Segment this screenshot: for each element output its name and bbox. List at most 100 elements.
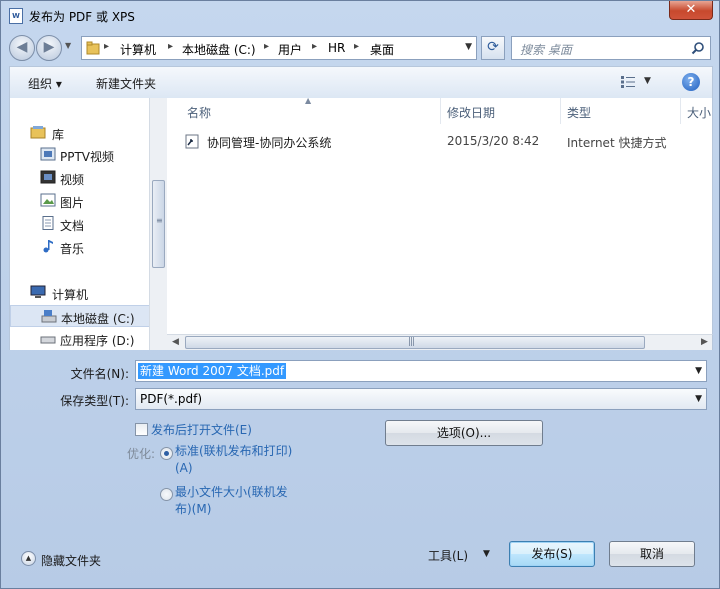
breadcrumb-computer[interactable]: 计算机 <box>120 41 156 58</box>
command-bar: 组织 ▾ 新建文件夹 ▼ ? <box>9 66 713 98</box>
horizontal-scrollbar-thumb[interactable]: ||| <box>185 336 645 349</box>
open-after-publish-label[interactable]: 发布后打开文件(E) <box>151 421 252 438</box>
nav-label: 本地磁盘 (C:) <box>61 312 135 326</box>
option-text-line: 布)(M) <box>175 502 212 516</box>
filetype-select[interactable]: PDF(*.pdf) ▼ <box>135 388 707 410</box>
folder-icon <box>86 41 100 55</box>
drive-c-icon <box>41 310 57 323</box>
sort-ascending-icon: ▲ <box>305 98 312 105</box>
nav-item-drive-d[interactable]: 应用程序 (D:) <box>10 328 149 350</box>
file-list-horizontal-scrollbar[interactable]: ◀ ||| ▶ <box>167 334 713 350</box>
column-label: 名称 <box>187 106 212 120</box>
nav-item-music[interactable]: 音乐 <box>10 236 149 258</box>
address-dropdown-icon[interactable]: ▼ <box>465 42 472 52</box>
filetype-value: PDF(*.pdf) <box>140 392 203 406</box>
window-title: 发布为 PDF 或 XPS <box>29 10 135 24</box>
hide-folders-label[interactable]: 隐藏文件夹 <box>41 552 101 569</box>
column-header-name[interactable]: ▲ 名称 <box>167 98 441 124</box>
breadcrumb-users[interactable]: 用户 <box>278 41 302 58</box>
option-text-line: (A) <box>175 461 193 475</box>
column-header-date[interactable]: 修改日期 <box>441 98 561 124</box>
option-text-line: 最小文件大小(联机发 <box>175 485 288 499</box>
scroll-grip-icon: ≡ <box>156 216 163 225</box>
new-folder-button[interactable]: 新建文件夹 <box>96 75 156 92</box>
nav-scrollbar-thumb[interactable]: ≡ <box>152 180 165 268</box>
forward-button[interactable]: ▶ <box>36 35 62 61</box>
optimize-minimum-label[interactable]: 最小文件大小(联机发 布)(M) <box>175 484 288 518</box>
filename-dropdown-icon[interactable]: ▼ <box>695 366 702 376</box>
breadcrumb-separator[interactable]: ▸ <box>168 41 173 52</box>
file-date: 2015/3/20 8:42 <box>447 134 540 148</box>
view-dropdown-icon[interactable]: ▼ <box>644 76 651 86</box>
documents-icon <box>42 216 54 230</box>
cancel-button[interactable]: 取消 <box>609 541 695 567</box>
search-placeholder: 搜索 桌面 <box>520 43 572 57</box>
nav-item-videos[interactable]: 视频 <box>10 167 149 189</box>
breadcrumb-separator[interactable]: ▸ <box>312 41 317 52</box>
optimize-standard-label[interactable]: 标准(联机发布和打印) (A) <box>175 443 292 477</box>
video-library-icon <box>40 170 56 184</box>
column-header-size[interactable]: 大小 <box>681 98 712 124</box>
internet-shortcut-icon <box>185 134 199 149</box>
nav-item-pptv[interactable]: PPTV视频 <box>10 144 149 166</box>
tools-dropdown-icon[interactable]: ▼ <box>483 549 490 559</box>
recent-locations-dropdown[interactable]: ▼ <box>65 41 71 50</box>
publish-button[interactable]: 发布(S) <box>509 541 595 567</box>
organize-menu[interactable]: 组织 ▾ <box>28 75 62 92</box>
optimize-label: 优化: <box>127 447 156 461</box>
nav-item-library[interactable]: 库 <box>10 122 149 144</box>
drive-d-icon <box>40 336 56 344</box>
nav-label: PPTV视频 <box>60 150 115 164</box>
nav-item-computer[interactable]: 计算机 <box>10 282 149 304</box>
word-app-icon: W <box>9 8 23 24</box>
breadcrumb-hr[interactable]: HR <box>328 41 345 55</box>
nav-scrollbar[interactable]: ≡ <box>149 98 167 350</box>
filename-label: 文件名(N): <box>70 367 129 381</box>
open-after-publish-checkbox[interactable] <box>135 423 148 436</box>
music-icon <box>43 240 53 253</box>
options-button[interactable]: 选项(O)... <box>385 420 543 446</box>
nav-label: 库 <box>52 128 65 142</box>
navigation-pane: 库 PPTV视频 视频 图片 文档 音乐 计算机 本地磁盘 (C:) 应用程序 … <box>9 98 149 350</box>
file-row[interactable]: 协同管理-协同办公系统 2015/3/20 8:42 Internet 快捷方式 <box>167 130 712 152</box>
scroll-right-icon[interactable]: ▶ <box>701 337 708 347</box>
search-icon[interactable] <box>691 41 705 55</box>
nav-label: 图片 <box>60 196 85 210</box>
nav-label: 音乐 <box>60 242 85 256</box>
close-button[interactable]: ✕ <box>669 1 713 20</box>
library-icon <box>30 126 46 139</box>
nav-item-documents[interactable]: 文档 <box>10 213 149 235</box>
nav-item-drive-c[interactable]: 本地磁盘 (C:) <box>10 305 149 327</box>
breadcrumb-drive-c[interactable]: 本地磁盘 (C:) <box>182 41 256 58</box>
breadcrumb-separator: ▸ <box>104 41 110 52</box>
scroll-left-icon[interactable]: ◀ <box>172 337 179 347</box>
scroll-grip-icon: ||| <box>408 337 415 347</box>
nav-item-pictures[interactable]: 图片 <box>10 190 149 212</box>
breadcrumb-separator[interactable]: ▸ <box>264 41 269 52</box>
breadcrumb-separator[interactable]: ▸ <box>354 41 359 52</box>
title-bar[interactable]: W 发布为 PDF 或 XPS ✕ <box>1 1 719 31</box>
filetype-label: 保存类型(T): <box>60 394 129 408</box>
nav-label: 应用程序 (D:) <box>60 334 135 348</box>
breadcrumb-desktop[interactable]: 桌面 <box>370 41 394 58</box>
pictures-icon <box>40 193 56 207</box>
filetype-dropdown-icon[interactable]: ▼ <box>695 394 702 404</box>
view-options-icon[interactable] <box>620 75 636 89</box>
computer-icon <box>30 285 46 298</box>
hide-folders-toggle-icon[interactable]: ▲ <box>21 551 36 566</box>
nav-label: 视频 <box>60 173 85 187</box>
column-header-type[interactable]: 类型 <box>561 98 681 124</box>
help-icon[interactable]: ? <box>682 73 700 91</box>
back-button[interactable]: ◀ <box>9 35 35 61</box>
nav-label: 文档 <box>60 219 85 233</box>
optimize-minimum-radio[interactable] <box>160 488 173 501</box>
nav-label: 计算机 <box>52 288 89 302</box>
optimize-standard-radio[interactable] <box>160 447 173 460</box>
option-text-line: 标准(联机发布和打印) <box>175 444 293 458</box>
tools-menu[interactable]: 工具(L) <box>428 547 468 564</box>
search-input[interactable]: 搜索 桌面 <box>511 36 711 60</box>
filename-input[interactable]: 新建 Word 2007 文档.pdf ▼ <box>135 360 707 382</box>
address-bar[interactable]: ▸ 计算机 ▸ 本地磁盘 (C:) ▸ 用户 ▸ HR ▸ 桌面 ▼ <box>81 36 477 60</box>
refresh-button[interactable]: ⟳ <box>481 36 505 60</box>
address-row: ◀ ▶ ▼ ▸ 计算机 ▸ 本地磁盘 (C:) ▸ 用户 ▸ HR ▸ 桌面 ▼… <box>1 31 719 63</box>
